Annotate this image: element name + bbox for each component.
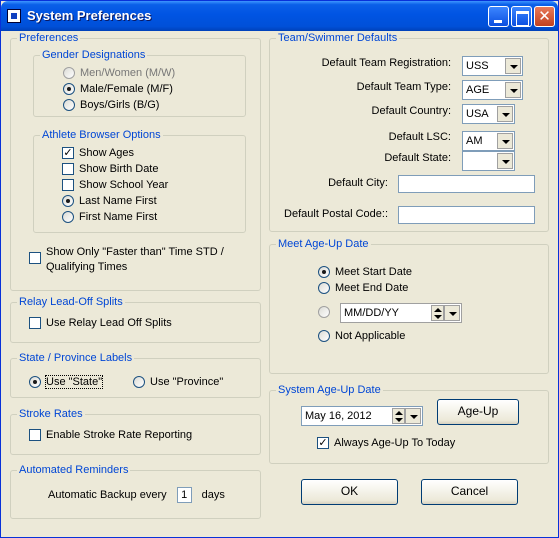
default-postal-code-label: Default Postal Code:: [284, 208, 388, 220]
radio-icon[interactable] [63, 67, 75, 79]
date-spin-icon[interactable] [431, 305, 444, 321]
show-birth-date-checkbox[interactable]: Show Birth Date [62, 163, 158, 175]
radio-icon[interactable] [62, 211, 74, 223]
radio-selected-icon[interactable] [62, 195, 74, 207]
radio-icon[interactable] [318, 282, 330, 294]
system-age-up-date-picker[interactable]: May 16, 2012 [301, 406, 423, 426]
backup-days-input[interactable]: 1 [176, 487, 192, 503]
maximize-button[interactable] [511, 6, 532, 27]
default-lsc-label: Default LSC: [388, 131, 451, 143]
default-city-label: Default City: [328, 177, 388, 189]
default-team-type-select[interactable]: AGE [462, 80, 523, 100]
close-button[interactable]: ✕ [534, 6, 555, 27]
radio-selected-icon[interactable] [318, 266, 330, 278]
default-city-input[interactable] [398, 175, 535, 193]
default-state-label: Default State: [384, 152, 451, 164]
checkbox-icon[interactable] [62, 163, 74, 175]
last-name-first-radio[interactable]: Last Name First [62, 195, 157, 207]
default-country-label: Default Country: [371, 105, 451, 117]
state-province-legend: State / Province Labels [17, 352, 135, 364]
default-lsc-select[interactable]: AM [462, 131, 515, 151]
use-province-radio[interactable]: Use "Province" [133, 376, 223, 388]
minimize-button[interactable] [488, 6, 509, 27]
team-swimmer-defaults-group: Team/Swimmer Defaults Default Team Regis… [269, 32, 549, 232]
app-icon [7, 9, 21, 23]
gender-option-male-female[interactable]: Male/Female (M/F) [63, 83, 173, 95]
chevron-down-icon[interactable] [444, 305, 460, 321]
default-country-select[interactable]: USA [462, 104, 515, 124]
backup-prefix-label: Automatic Backup every [48, 489, 167, 501]
checkbox-icon[interactable] [29, 429, 41, 441]
gender-legend: Gender Designations [40, 49, 148, 61]
checkbox-icon[interactable] [29, 252, 41, 264]
show-school-year-checkbox[interactable]: Show School Year [62, 179, 168, 191]
faster-than-checkbox[interactable]: Show Only "Faster than" Time STD / Quali… [29, 245, 224, 275]
backup-reminder-row: Automatic Backup every 1 days [48, 487, 225, 503]
checkbox-checked-icon[interactable]: ✓ [317, 437, 329, 449]
show-ages-checkbox[interactable]: ✓ Show Ages [62, 147, 134, 159]
custom-date-radio[interactable] [318, 306, 335, 318]
radio-icon[interactable] [318, 330, 330, 342]
enable-stroke-rate-checkbox[interactable]: Enable Stroke Rate Reporting [29, 429, 192, 441]
automated-reminders-group: Automated Reminders Automatic Backup eve… [10, 464, 261, 519]
system-ageup-legend: System Age-Up Date [276, 384, 383, 396]
stroke-rates-group: Stroke Rates Enable Stroke Rate Reportin… [10, 408, 261, 455]
gender-option-men-women[interactable]: Men/Women (M/W) [63, 67, 175, 79]
chevron-down-icon[interactable] [505, 58, 521, 74]
radio-icon[interactable] [318, 306, 330, 318]
default-postal-code-input[interactable] [398, 206, 535, 224]
faster-than-label-line2: Qualifying Times [46, 261, 128, 273]
close-icon: ✕ [538, 7, 551, 25]
default-team-registration-label: Default Team Registration: [321, 57, 451, 69]
chevron-down-icon[interactable] [497, 153, 513, 169]
meet-age-up-date-group: Meet Age-Up Date Meet Start Date Meet En… [269, 238, 549, 374]
default-team-type-label: Default Team Type: [356, 81, 451, 93]
state-province-group: State / Province Labels Use "State" Use … [10, 352, 261, 398]
meet-end-date-radio[interactable]: Meet End Date [318, 282, 408, 294]
checkbox-icon[interactable] [62, 179, 74, 191]
relay-legend: Relay Lead-Off Splits [17, 296, 125, 308]
backup-suffix-label: days [201, 489, 225, 501]
system-preferences-window: System Preferences ✕ Preferences Gender … [0, 0, 559, 538]
meet-ageup-legend: Meet Age-Up Date [276, 238, 371, 250]
date-spin-icon[interactable] [392, 408, 405, 424]
chevron-down-icon[interactable] [505, 82, 521, 98]
not-applicable-radio[interactable]: Not Applicable [318, 330, 405, 342]
chevron-down-icon[interactable] [497, 106, 513, 122]
ok-button[interactable]: OK [301, 479, 398, 505]
chevron-down-icon[interactable] [497, 133, 513, 149]
window-title: System Preferences [27, 8, 152, 23]
gender-option-boys-girls[interactable]: Boys/Girls (B/G) [63, 99, 159, 111]
always-age-up-checkbox[interactable]: ✓ Always Age-Up To Today [317, 437, 455, 449]
custom-age-up-date-picker[interactable]: MM/DD/YY [340, 303, 462, 323]
radio-icon[interactable] [63, 99, 75, 111]
chevron-down-icon[interactable] [405, 408, 421, 424]
radio-selected-icon[interactable] [29, 376, 41, 388]
meet-start-date-radio[interactable]: Meet Start Date [318, 266, 412, 278]
checkbox-icon[interactable] [29, 317, 41, 329]
radio-icon[interactable] [133, 376, 145, 388]
relay-lead-off-group: Relay Lead-Off Splits Use Relay Lead Off… [10, 296, 261, 343]
athlete-browser-legend: Athlete Browser Options [40, 129, 163, 141]
default-state-select[interactable] [462, 151, 515, 171]
default-team-registration-select[interactable]: USS [462, 56, 523, 76]
faster-than-label-line1: Show Only "Faster than" Time STD / [46, 246, 224, 258]
system-age-up-date-group: System Age-Up Date May 16, 2012 Age-Up ✓… [269, 384, 549, 464]
team-defaults-legend: Team/Swimmer Defaults [276, 32, 400, 44]
age-up-button[interactable]: Age-Up [437, 399, 519, 425]
preferences-legend: Preferences [17, 32, 81, 44]
first-name-first-radio[interactable]: First Name First [62, 211, 157, 223]
reminders-legend: Automated Reminders [17, 464, 131, 476]
radio-selected-icon[interactable] [63, 83, 75, 95]
cancel-button[interactable]: Cancel [421, 479, 518, 505]
use-relay-lead-off-checkbox[interactable]: Use Relay Lead Off Splits [29, 317, 172, 329]
stroke-rates-legend: Stroke Rates [17, 408, 85, 420]
use-state-radio[interactable]: Use "State" [29, 375, 104, 389]
athlete-browser-options-group: Athlete Browser Options ✓ Show Ages Show … [33, 129, 246, 233]
title-bar[interactable]: System Preferences ✕ [1, 1, 558, 31]
checkbox-checked-icon[interactable]: ✓ [62, 147, 74, 159]
preferences-group: Preferences Gender Designations Men/Wome… [10, 32, 261, 291]
gender-designations-group: Gender Designations Men/Women (M/W) Male… [33, 49, 246, 117]
